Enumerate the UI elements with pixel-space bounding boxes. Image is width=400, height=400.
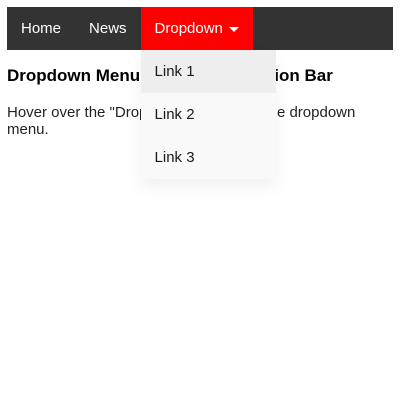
caret-down-icon: [228, 27, 239, 32]
dropdown-link-1[interactable]: Link 1: [140, 50, 276, 93]
nav-dropdown-label: Dropdown: [154, 20, 223, 37]
nav-home-link[interactable]: Home: [7, 7, 75, 50]
dropdown-link-2[interactable]: Link 2: [141, 93, 276, 136]
nav-dropdown-button[interactable]: Dropdown: [140, 7, 253, 50]
nav-news-link[interactable]: News: [75, 7, 141, 50]
dropdown-menu: Link 1 Link 2 Link 3: [140, 50, 276, 179]
navigation-bar: Home News Dropdown Link 1 Link 2 Link 3: [7, 7, 393, 179]
dropdown-link-3[interactable]: Link 3: [141, 136, 276, 179]
dropdown-container: Dropdown Link 1 Link 2 Link 3: [140, 7, 276, 179]
